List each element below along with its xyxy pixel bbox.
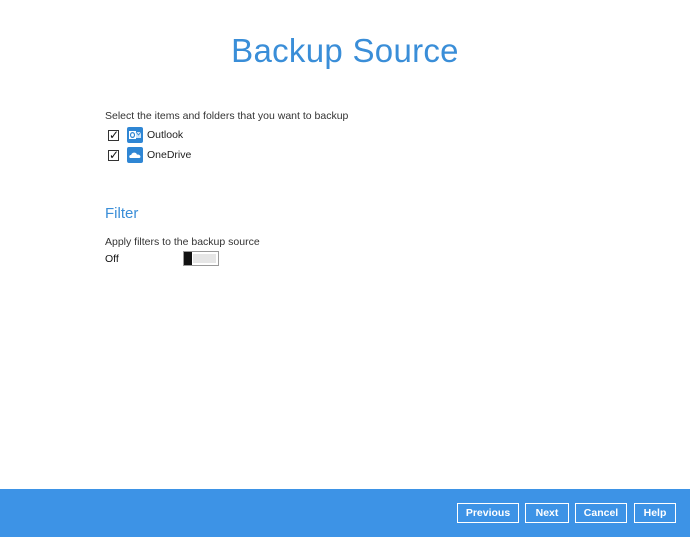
onedrive-checkbox[interactable]: ✓ [108, 147, 120, 162]
help-button[interactable]: Help [634, 503, 676, 523]
next-button[interactable]: Next [525, 503, 569, 523]
toggle-track [193, 254, 216, 263]
filter-description: Apply filters to the backup source [105, 236, 260, 248]
outlook-icon [127, 127, 143, 143]
footer-bar: Previous Next Cancel Help [0, 489, 690, 537]
source-instruction: Select the items and folders that you wa… [105, 110, 349, 122]
checkmark-icon: ✓ [109, 127, 120, 142]
source-item-onedrive: ✓ OneDrive [108, 146, 191, 164]
cancel-button[interactable]: Cancel [575, 503, 627, 523]
filter-toggle[interactable] [183, 251, 219, 266]
page-title: Backup Source [231, 32, 459, 69]
outlook-label: Outlook [147, 129, 184, 141]
checkmark-icon: ✓ [109, 147, 120, 162]
backup-source-page: Backup Source Select the items and folde… [0, 0, 690, 537]
onedrive-icon [127, 147, 143, 163]
filter-heading: Filter [105, 205, 139, 222]
onedrive-label: OneDrive [147, 149, 192, 161]
source-item-outlook: ✓ Outlook [108, 126, 183, 144]
filter-toggle-state: Off [105, 253, 119, 265]
outlook-checkbox[interactable]: ✓ [108, 127, 120, 142]
previous-button[interactable]: Previous [457, 503, 519, 523]
toggle-knob[interactable] [184, 252, 192, 265]
